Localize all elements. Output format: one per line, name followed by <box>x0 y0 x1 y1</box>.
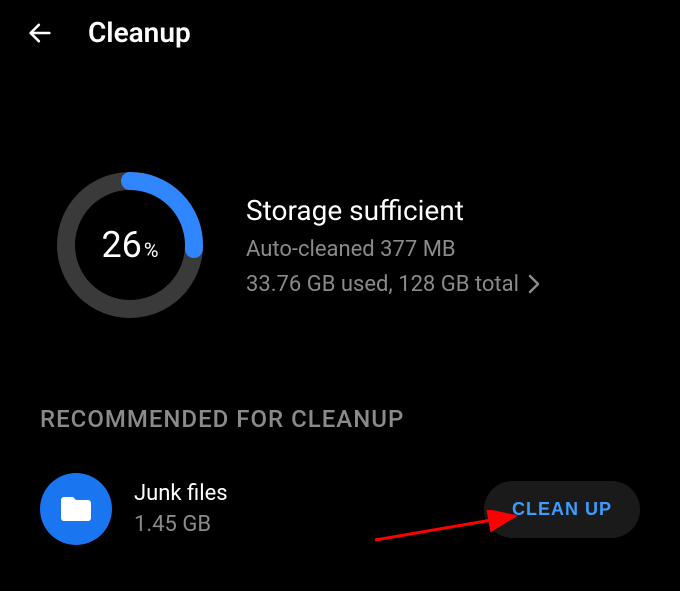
storage-usage-text: 33.76 GB used, 128 GB total <box>246 272 519 297</box>
storage-detail-row[interactable]: 33.76 GB used, 128 GB total <box>246 272 541 297</box>
storage-percent-sign: % <box>144 238 159 262</box>
recommended-section-header: RECOMMENDED FOR CLEANUP <box>0 365 680 453</box>
cleanup-item-name: Junk files <box>134 481 462 506</box>
storage-percent-label: 26 % <box>101 224 158 266</box>
storage-auto-cleaned: Auto-cleaned 377 MB <box>246 237 541 262</box>
chevron-right-icon <box>527 273 541 295</box>
header: Cleanup <box>0 0 680 65</box>
storage-donut-chart: 26 % <box>50 165 210 325</box>
cleanup-button[interactable]: CLEAN UP <box>484 481 640 538</box>
storage-info: Storage sufficient Auto-cleaned 377 MB 3… <box>246 194 541 297</box>
cleanup-item-junk-files: Junk files 1.45 GB CLEAN UP <box>0 453 680 565</box>
storage-status: Storage sufficient <box>246 194 541 227</box>
storage-percent-value: 26 <box>101 224 141 266</box>
cleanup-item-info: Junk files 1.45 GB <box>134 481 462 537</box>
folder-icon <box>40 473 112 545</box>
page-title: Cleanup <box>88 16 191 49</box>
back-icon[interactable] <box>24 17 56 49</box>
cleanup-item-size: 1.45 GB <box>134 512 462 537</box>
storage-summary: 26 % Storage sufficient Auto-cleaned 377… <box>0 65 680 365</box>
